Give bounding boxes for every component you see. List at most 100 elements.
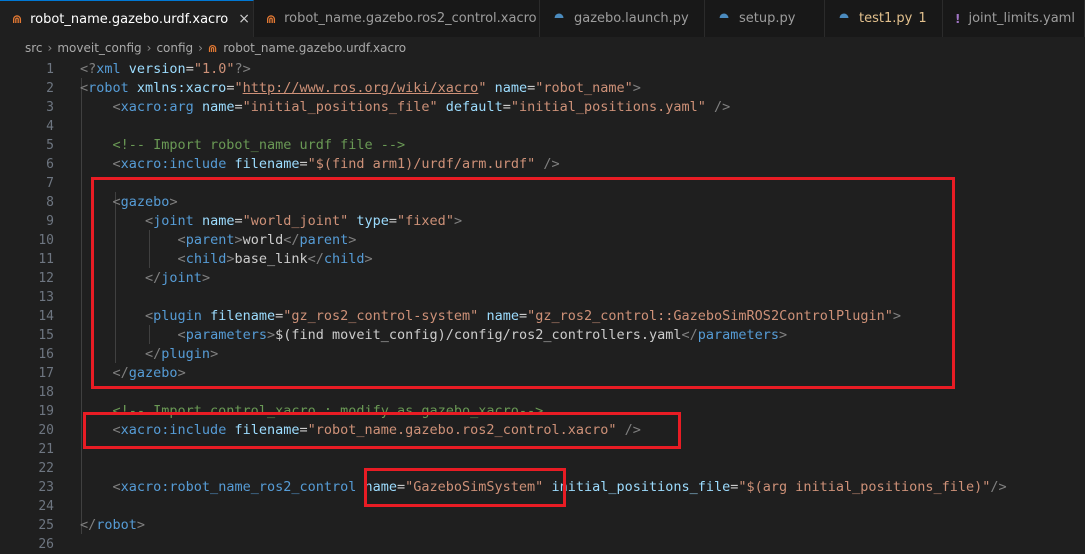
line-number: 2	[46, 81, 54, 96]
code-token: http://www.ros.org/wiki/xacro	[242, 80, 479, 96]
code-token: />	[705, 99, 731, 115]
line-number: 11	[38, 252, 54, 267]
code-token: "1.0"	[193, 61, 235, 77]
code-token: filename	[226, 156, 300, 172]
tab-robot-name-gazebo-urdf-xacro[interactable]: ⋒ robot_name.gazebo.urdf.xacro ×	[0, 0, 254, 37]
code-token: xml	[96, 61, 121, 77]
code-token: robot	[88, 80, 129, 96]
code-text[interactable]: <!-- Import robot_name urdf file -->	[80, 136, 406, 155]
highlight-box-gazebo-block	[91, 177, 955, 389]
line-number: 23	[38, 480, 54, 495]
highlight-box-name-attr	[364, 468, 566, 507]
rss-icon: ⋒	[12, 12, 23, 26]
code-text[interactable]: </robot>	[80, 516, 145, 535]
line-number: 9	[46, 214, 54, 229]
code-token: />	[535, 156, 560, 172]
code-token: =	[299, 156, 308, 172]
code-token: =	[234, 99, 243, 115]
line-number: 1	[46, 62, 54, 77]
line-number: 8	[46, 195, 54, 210]
close-icon[interactable]: ×	[238, 11, 250, 27]
code-line[interactable]: 5 <!-- Import robot_name urdf file -->	[0, 136, 1085, 155]
chevron-right-icon: ›	[146, 41, 152, 55]
code-token: <?	[80, 61, 97, 77]
problem-count-badge: 1	[918, 11, 927, 26]
yaml-icon: !	[955, 11, 961, 26]
python-icon: ⯊	[719, 11, 729, 25]
line-number: 15	[38, 328, 54, 343]
code-line[interactable]: 4	[0, 117, 1085, 136]
code-token: robot	[96, 517, 137, 533]
code-token: =	[502, 99, 511, 115]
chevron-right-icon: ›	[198, 41, 203, 55]
code-token: <	[112, 156, 121, 172]
code-token: <	[112, 479, 121, 495]
chevron-right-icon: ›	[47, 41, 53, 55]
breadcrumb-src[interactable]: src	[25, 41, 43, 55]
code-line[interactable]: 26	[0, 535, 1085, 554]
code-token: <!-- Import robot_name urdf file -->	[112, 137, 406, 153]
line-number: 7	[46, 176, 54, 191]
code-token: >	[632, 80, 641, 96]
line-number: 26	[38, 537, 54, 552]
code-token: </	[80, 517, 97, 533]
tab-joint-limits-yaml[interactable]: ! joint_limits.yaml	[943, 0, 1085, 37]
code-token: name	[193, 99, 235, 115]
code-token: <	[112, 99, 121, 115]
code-line[interactable]: 2 <robot xmlns:xacro = "http://www.ros.org/…	[0, 79, 1085, 98]
line-number: 12	[38, 271, 54, 286]
breadcrumb-file[interactable]: robot_name.gazebo.urdf.xacro	[223, 41, 406, 55]
code-token: <	[80, 80, 89, 96]
line-number: 20	[38, 423, 54, 438]
code-token: version	[120, 61, 186, 77]
code-text[interactable]: <?xml version="1.0"?>	[80, 60, 251, 79]
breadcrumb-moveit-config[interactable]: moveit_config	[57, 41, 141, 55]
code-token: "$(find arm1)/urdf/arm.urdf"	[307, 156, 536, 172]
tab-robot-name-gazebo-ros2-control-xacro[interactable]: ⋒ robot_name.gazebo.ros2_control.xacro	[254, 0, 540, 37]
code-token: name	[486, 80, 528, 96]
breadcrumb: src › moveit_config › config › ⋒ robot_n…	[0, 37, 1085, 59]
code-token: initial_positions_file	[543, 479, 731, 495]
code-line[interactable]: 6 <xacro:include filename="$(find arm1)/…	[0, 155, 1085, 174]
tab-setup-py[interactable]: ⯊ setup.py	[705, 0, 825, 37]
code-token: ?>	[234, 61, 251, 77]
code-text[interactable]: <xacro:arg name="initial_positions_file"…	[80, 98, 731, 117]
code-token: xmlns:xacro	[128, 80, 227, 96]
rss-icon: ⋒	[266, 11, 277, 26]
line-number: 14	[38, 309, 54, 324]
line-number: 22	[38, 461, 54, 476]
rss-icon: ⋒	[207, 41, 218, 55]
code-token: "$(arg initial_positions_file)"	[738, 479, 991, 495]
code-token: xacro:arg	[120, 99, 194, 115]
line-number: 21	[38, 442, 54, 457]
code-token: default	[437, 99, 503, 115]
code-token: xacro:robot_name_ros2_control	[120, 479, 357, 495]
code-token: >	[136, 517, 146, 533]
code-line[interactable]: 25 </robot>	[0, 516, 1085, 535]
line-number: 24	[38, 499, 54, 514]
code-token: "initial_positions_file"	[242, 99, 438, 115]
tab-label: robot_name.gazebo.ros2_control.xacro	[284, 11, 537, 26]
code-line[interactable]: 1 <?xml version="1.0"?>	[0, 60, 1085, 79]
tab-gazebo-launch-py[interactable]: ⯊ gazebo.launch.py	[540, 0, 705, 37]
code-text[interactable]: <robot xmlns:xacro = "http://www.ros.org/w…	[80, 79, 641, 98]
breadcrumb-config[interactable]: config	[156, 41, 193, 55]
tab-label: joint_limits.yaml	[968, 11, 1075, 26]
line-number: 4	[46, 119, 54, 134]
line-number: 16	[38, 347, 54, 362]
editor-tabs: ⋒ robot_name.gazebo.urdf.xacro × ⋒ robot…	[0, 0, 1085, 38]
tab-test1-py[interactable]: ⯊ test1.py 1	[825, 0, 943, 37]
code-text[interactable]: <xacro:include filename="$(find arm1)/ur…	[80, 155, 560, 174]
code-token: =	[185, 61, 194, 77]
code-token: "initial_positions.yaml"	[510, 99, 706, 115]
code-token: />	[990, 479, 1007, 495]
line-number: 6	[46, 157, 54, 172]
line-number: 5	[46, 138, 54, 153]
tab-label: gazebo.launch.py	[574, 11, 689, 26]
code-line[interactable]: 3 <xacro:arg name="initial_positions_fil…	[0, 98, 1085, 117]
line-number: 10	[38, 233, 54, 248]
code-token: xacro:include	[120, 156, 227, 172]
code-token: =	[527, 80, 536, 96]
